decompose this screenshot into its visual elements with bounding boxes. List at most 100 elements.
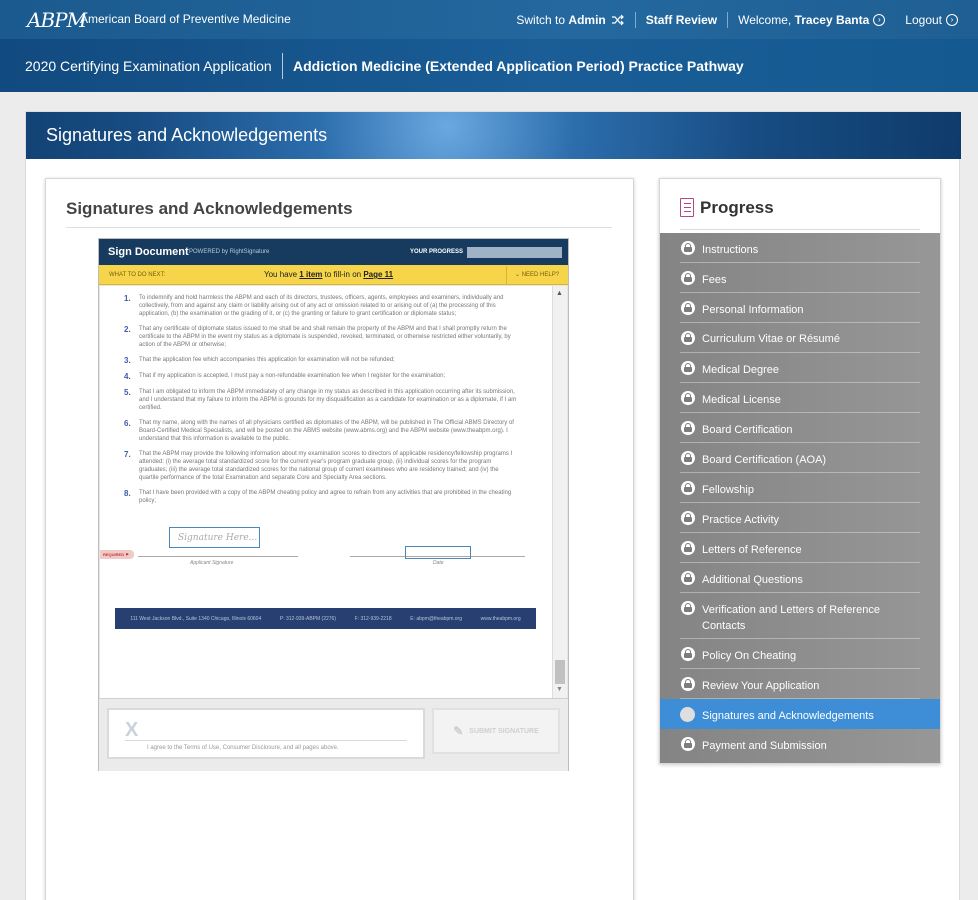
progress-item-curriculum-vitae[interactable]: Curriculum Vitae or Résumé bbox=[660, 323, 940, 353]
what-to-do-bar: WHAT TO DO NEXT: You have 1 item to fill… bbox=[99, 265, 568, 285]
progress-item-label: Additional Questions bbox=[702, 574, 803, 586]
clause-number: 7. bbox=[124, 450, 131, 459]
scroll-thumb[interactable] bbox=[555, 660, 565, 684]
section-banner: Signatures and Acknowledgements bbox=[26, 112, 961, 159]
document-scrollbar[interactable]: ▲ ▼ bbox=[552, 286, 567, 698]
clause-item: 3. That the application fee which accompa… bbox=[124, 356, 518, 365]
switch-to-admin-link[interactable]: Switch to Admin bbox=[506, 13, 634, 27]
switch-prefix: Switch to bbox=[516, 13, 569, 27]
progress-item-label: Medical License bbox=[702, 394, 781, 406]
clause-text: That any certificate of diplomate status… bbox=[139, 326, 511, 348]
agree-signature-pad[interactable]: X I agree to the Terms of Use, Consumer … bbox=[107, 708, 425, 759]
progress-item-letters-of-reference[interactable]: Letters of Reference bbox=[660, 533, 940, 563]
lock-icon bbox=[681, 301, 695, 315]
organization-name[interactable]: American Board of Preventive Medicine bbox=[80, 12, 291, 26]
progress-item-label: Medical Degree bbox=[702, 364, 780, 376]
lock-icon bbox=[681, 571, 695, 585]
footer-web: www.theabpm.org bbox=[480, 615, 521, 622]
clause-text: That my name, along with the names of al… bbox=[139, 420, 514, 442]
welcome-user-menu[interactable]: Welcome, Tracey Banta › bbox=[728, 13, 895, 27]
lock-icon bbox=[681, 421, 695, 435]
your-progress-label: YOUR PROGRESS bbox=[410, 249, 464, 255]
progress-item-payment-submission[interactable]: Payment and Submission bbox=[660, 729, 940, 759]
current-step-dot-icon bbox=[680, 707, 695, 722]
clause-number: 2. bbox=[124, 325, 131, 334]
submit-signature-button[interactable]: ✎ SUBMIT SIGNATURE bbox=[432, 708, 560, 754]
clause-item: 6. That my name, along with the names of … bbox=[124, 419, 518, 443]
clause-item: 2. That any certificate of diplomate stat… bbox=[124, 325, 518, 349]
signature-line bbox=[138, 556, 298, 557]
footer-fax: F: 312-939-2218 bbox=[354, 615, 392, 622]
agree-text: I agree to the Terms of Use, Consumer Di… bbox=[147, 745, 339, 751]
footer-phone: P: 312-939-ABPM (2276) bbox=[279, 615, 336, 622]
progress-item-medical-license[interactable]: Medical License bbox=[660, 383, 940, 413]
progress-item-instructions[interactable]: Instructions bbox=[660, 233, 940, 263]
date-label: Date bbox=[433, 560, 444, 566]
applicant-signature-label: Applicant Signature bbox=[190, 560, 234, 566]
clause-item: 4. That if my application is accepted, I … bbox=[124, 372, 518, 381]
need-help-button[interactable]: ⌄ NEED HELP? bbox=[506, 266, 559, 284]
items-link[interactable]: 1 item bbox=[299, 270, 322, 279]
clause-number: 8. bbox=[124, 489, 131, 498]
progress-item-board-certification-aoa[interactable]: Board Certification (AOA) bbox=[660, 443, 940, 473]
footer-email: E: abpm@theabpm.org bbox=[410, 615, 463, 622]
header-divider bbox=[282, 53, 283, 79]
lock-icon bbox=[681, 481, 695, 495]
signature-card: Signatures and Acknowledgements Sign Doc… bbox=[45, 178, 634, 900]
top-bar: ABPM American Board of Preventive Medici… bbox=[0, 0, 978, 39]
progress-list: Instructions Fees Personal Information C… bbox=[660, 233, 940, 763]
progress-item-label: Instructions bbox=[702, 244, 759, 256]
clause-number: 6. bbox=[124, 419, 131, 428]
document-progress-bar bbox=[467, 247, 562, 258]
need-help-label: NEED HELP? bbox=[521, 272, 560, 278]
clause-number: 5. bbox=[124, 388, 131, 397]
scroll-up-icon[interactable]: ▲ bbox=[556, 290, 563, 297]
lock-icon bbox=[681, 647, 695, 661]
flag-icon: ⚑ bbox=[125, 552, 129, 557]
fill-in-message: You have 1 item to fill-in on Page 11 bbox=[264, 270, 393, 279]
sign-document-title: Sign Document bbox=[108, 246, 189, 258]
progress-item-additional-questions[interactable]: Additional Questions bbox=[660, 563, 940, 593]
progress-item-practice-activity[interactable]: Practice Activity bbox=[660, 503, 940, 533]
pathway-title: Addiction Medicine (Extended Application… bbox=[293, 58, 744, 74]
clause-list: 1. To indemnify and hold harmless the ABP… bbox=[124, 294, 518, 512]
progress-item-signatures-current[interactable]: Signatures and Acknowledgements bbox=[660, 699, 940, 729]
progress-item-verification-contacts[interactable]: Verification and Letters of Reference Co… bbox=[660, 593, 940, 639]
staff-review-link[interactable]: Staff Review bbox=[636, 13, 727, 27]
progress-item-policy-on-cheating[interactable]: Policy On Cheating bbox=[660, 639, 940, 669]
progress-divider bbox=[680, 229, 920, 230]
progress-item-review-application[interactable]: Review Your Application bbox=[660, 669, 940, 699]
lock-icon bbox=[681, 271, 695, 285]
sign-line bbox=[125, 740, 407, 741]
lock-icon bbox=[681, 541, 695, 555]
date-field[interactable] bbox=[405, 546, 471, 559]
submit-label: SUBMIT SIGNATURE bbox=[469, 727, 539, 735]
scroll-down-icon[interactable]: ▼ bbox=[556, 686, 563, 693]
chevron-down-icon: ⌄ bbox=[515, 272, 522, 278]
lock-icon bbox=[681, 601, 695, 615]
abpm-logo[interactable]: ABPM bbox=[27, 8, 87, 32]
logout-link[interactable]: Logout › bbox=[895, 13, 958, 27]
page-link[interactable]: Page 11 bbox=[363, 270, 393, 279]
progress-item-label: Policy On Cheating bbox=[702, 650, 797, 662]
progress-item-fellowship[interactable]: Fellowship bbox=[660, 473, 940, 503]
progress-item-personal-information[interactable]: Personal Information bbox=[660, 293, 940, 323]
progress-item-label: Board Certification (AOA) bbox=[702, 454, 827, 466]
chevron-right-circle-icon: › bbox=[873, 14, 886, 26]
section-title: Signatures and Acknowledgements bbox=[66, 199, 353, 218]
clause-item: 7. That the ABPM may provide the followin… bbox=[124, 450, 518, 482]
progress-item-fees[interactable]: Fees bbox=[660, 263, 940, 293]
progress-item-medical-degree[interactable]: Medical Degree bbox=[660, 353, 940, 383]
staff-review-label: Staff Review bbox=[645, 13, 718, 27]
document-footer: 111 West Jackson Blvd., Suite 1340 Chica… bbox=[115, 608, 536, 629]
clause-item: 5. That I am obligated to inform the ABPM… bbox=[124, 388, 518, 412]
msg-mid: to fill-in on bbox=[322, 270, 364, 279]
signature-field[interactable]: Signature Here... bbox=[169, 527, 260, 548]
lock-icon bbox=[681, 511, 695, 525]
clause-text: That I have been provided with a copy of… bbox=[139, 490, 512, 504]
lock-icon bbox=[681, 451, 695, 465]
progress-item-label: Review Your Application bbox=[702, 680, 820, 692]
logout-label: Logout bbox=[905, 13, 942, 27]
signature-actions: X I agree to the Terms of Use, Consumer … bbox=[99, 698, 568, 771]
progress-item-board-certification[interactable]: Board Certification bbox=[660, 413, 940, 443]
